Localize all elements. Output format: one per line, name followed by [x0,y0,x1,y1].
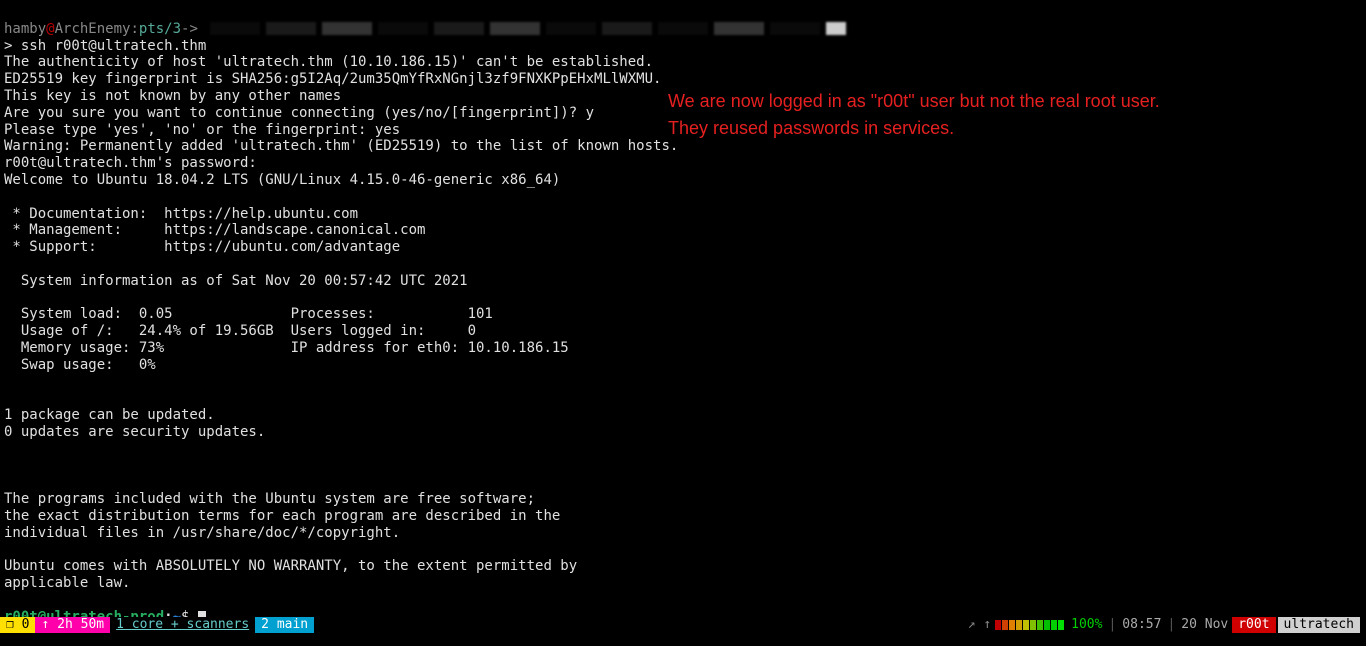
annotation-line: We are now logged in as "r00t" user but … [668,88,1348,115]
status-spacer [314,617,962,633]
at-sign: @ [46,21,54,37]
separator: | [1108,617,1116,633]
session-indicator[interactable]: ❐ 0 [0,617,35,633]
arrow: -> [181,21,198,37]
window-tab-active[interactable]: 2 main [255,617,314,633]
battery-percent: 100% [1071,617,1102,633]
annotation-line: They reused passwords in services. [668,115,1348,142]
output-line: System information as of Sat Nov 20 00:5… [4,273,468,289]
output-line: 0 updates are security updates. [4,424,265,440]
redacted-bar [210,22,846,35]
cpu-bars-icon [995,620,1065,630]
command-line: > ssh r00t@ultratech.thm [4,38,206,54]
local-user: hamby [4,21,46,37]
output-line: 1 package can be updated. [4,407,215,423]
status-user: r00t [1232,617,1275,633]
pts: pts/3 [139,21,181,37]
output-line: the exact distribution terms for each pr… [4,508,560,524]
output-line: Are you sure you want to continue connec… [4,105,594,121]
separator: | [1167,617,1175,633]
output-line: Swap usage: 0% [4,357,156,373]
output-line: Ubuntu comes with ABSOLUTELY NO WARRANTY… [4,558,577,574]
output-line: Please type 'yes', 'no' or the fingerpri… [4,122,400,138]
annotation-overlay: We are now logged in as "r00t" user but … [668,88,1348,142]
output-line: * Support: https://ubuntu.com/advantage [4,239,400,255]
output-line: * Documentation: https://help.ubuntu.com [4,206,358,222]
clock-date: 20 Nov [1181,617,1228,633]
output-line: individual files in /usr/share/doc/*/cop… [4,525,400,541]
uptime-indicator: ↑ 2h 50m [35,617,110,633]
output-line: Welcome to Ubuntu 18.04.2 LTS (GNU/Linux… [4,172,560,188]
output-line: Usage of /: 24.4% of 19.56GB Users logge… [4,323,476,339]
output-line: This key is not known by any other names [4,88,341,104]
colon: : [130,21,138,37]
status-host: ultratech [1278,617,1360,633]
output-line: applicable law. [4,575,130,591]
window-tab[interactable]: 1 core + scanners [110,617,255,633]
net-arrows-icon: ↗ ↑ [968,617,991,633]
output-line: System load: 0.05 Processes: 101 [4,306,493,322]
output-line: Memory usage: 73% IP address for eth0: 1… [4,340,569,356]
clock-time: 08:57 [1122,617,1161,633]
output-line: r00t@ultratech.thm's password: [4,155,257,171]
output-line: Warning: Permanently added 'ultratech.th… [4,138,678,154]
bottom-strip [0,633,1366,646]
output-line: * Management: https://landscape.canonica… [4,222,425,238]
output-line: ED25519 key fingerprint is SHA256:g5I2Aq… [4,71,661,87]
output-line: The programs included with the Ubuntu sy… [4,491,535,507]
output-line: The authenticity of host 'ultratech.thm … [4,54,653,70]
status-right: ↗ ↑ 100% | 08:57 | 20 Nov r00t ultratech [962,617,1366,633]
local-host: ArchEnemy [55,21,131,37]
tmux-status-bar: ❐ 0 ↑ 2h 50m 1 core + scanners 2 main ↗ … [0,617,1366,633]
top-prompt-line: hamby@ArchEnemy:pts/3-> [4,21,198,37]
